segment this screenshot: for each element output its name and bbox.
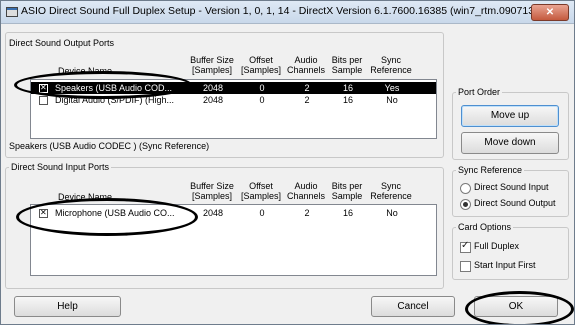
bits-per-sample: 16 — [342, 83, 353, 93]
card-options-group — [452, 227, 569, 280]
annotation-oval-ok — [465, 291, 574, 324]
sync-output-radio[interactable] — [460, 199, 471, 210]
in-col-buffer-size: Buffer Size [Samples] — [190, 181, 234, 201]
offset: 0 — [259, 208, 265, 218]
sync-reference: No — [386, 95, 398, 105]
start-input-first-checkbox[interactable] — [460, 261, 471, 272]
help-button[interactable]: Help — [14, 296, 121, 317]
audio-channels: 2 — [304, 83, 310, 93]
bits-per-sample: 16 — [342, 208, 353, 218]
close-button[interactable]: ✕ — [531, 4, 569, 21]
window-title: ASIO Direct Sound Full Duplex Setup - Ve… — [21, 5, 533, 17]
move-down-button[interactable]: Move down — [461, 132, 559, 154]
audio-channels: 2 — [304, 95, 310, 105]
audio-channels: 2 — [304, 208, 310, 218]
out-col-bits-per-sample: Bits per Sample — [331, 55, 363, 75]
in-col-audio-channels: Audio Channels — [286, 181, 326, 201]
cancel-button[interactable]: Cancel — [371, 296, 455, 317]
port-order-title: Port Order — [456, 87, 503, 97]
input-ports-title: Direct Sound Input Ports — [9, 162, 112, 172]
full-duplex-checkbox[interactable] — [460, 240, 471, 253]
offset: 0 — [259, 83, 265, 93]
output-port-checkbox[interactable] — [39, 96, 48, 105]
start-input-first-label[interactable]: Start Input First — [474, 260, 536, 270]
offset: 0 — [259, 95, 265, 105]
bits-per-sample: 16 — [342, 95, 353, 105]
app-icon — [6, 7, 18, 17]
in-col-offset: Offset [Samples] — [240, 181, 282, 201]
sync-input-radio[interactable] — [460, 183, 471, 194]
sync-reference-title: Sync Reference — [456, 165, 525, 175]
in-col-sync-reference: Sync Reference — [370, 181, 412, 201]
in-col-bits-per-sample: Bits per Sample — [331, 181, 363, 201]
out-col-audio-channels: Audio Channels — [286, 55, 326, 75]
buffer-size: 2048 — [202, 95, 224, 105]
output-status-text: Speakers (USB Audio CODEC ) (Sync Refere… — [9, 141, 210, 151]
out-col-offset: Offset [Samples] — [240, 55, 282, 75]
sync-input-label[interactable]: Direct Sound Input — [474, 182, 549, 192]
buffer-size: 2048 — [202, 83, 224, 93]
sync-reference-group — [452, 170, 569, 217]
setup-window: ASIO Direct Sound Full Duplex Setup - Ve… — [0, 0, 575, 325]
card-options-title: Card Options — [456, 222, 514, 232]
sync-output-label[interactable]: Direct Sound Output — [474, 198, 556, 208]
output-ports-title: Direct Sound Output Ports — [9, 38, 115, 48]
move-up-button[interactable]: Move up — [461, 105, 559, 127]
out-col-buffer-size: Buffer Size [Samples] — [190, 55, 234, 75]
annotation-oval-speakers — [14, 71, 192, 99]
annotation-oval-microphone — [16, 198, 198, 236]
full-duplex-label[interactable]: Full Duplex — [474, 241, 519, 251]
sync-reference: Yes — [384, 83, 400, 93]
title-bar: ASIO Direct Sound Full Duplex Setup - Ve… — [1, 1, 574, 24]
out-col-sync-reference: Sync Reference — [370, 55, 412, 75]
sync-reference: No — [386, 208, 398, 218]
